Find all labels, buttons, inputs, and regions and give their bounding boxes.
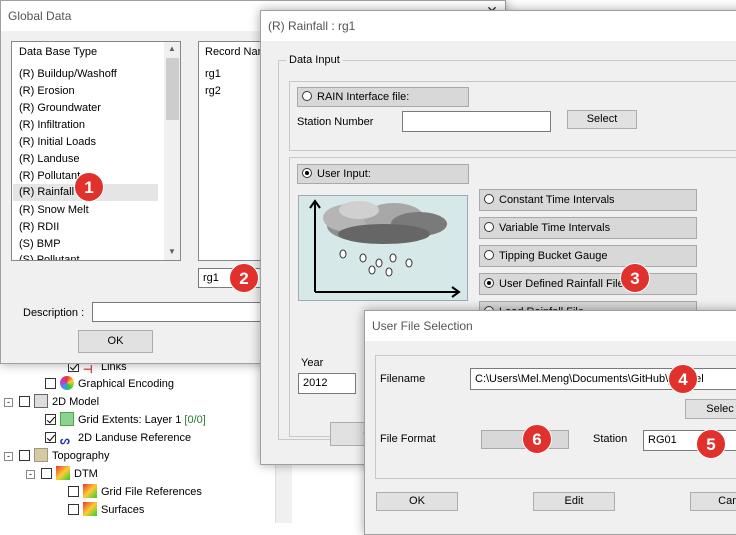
user-file-titlebar: User File Selection bbox=[365, 311, 736, 341]
tipping-bucket-gauge-radio[interactable]: Tipping Bucket Gauge bbox=[479, 245, 697, 267]
list-item[interactable]: (R) Initial Loads bbox=[19, 134, 96, 151]
scroll-thumb[interactable] bbox=[166, 58, 179, 120]
tree-checkbox[interactable] bbox=[68, 486, 79, 497]
year-label: Year bbox=[301, 357, 324, 369]
step-badge-2: 2 bbox=[229, 263, 259, 293]
station-number-input[interactable] bbox=[402, 111, 551, 132]
cancel-button[interactable]: Canc bbox=[690, 492, 736, 511]
list-item[interactable]: (R) Infiltration bbox=[19, 117, 85, 134]
rainfall-graphic bbox=[298, 195, 468, 301]
model-icon bbox=[34, 394, 48, 408]
list-item[interactable]: (R) Groundwater bbox=[19, 100, 101, 117]
step-badge-5: 5 bbox=[696, 429, 726, 459]
list-item[interactable]: (R) Landuse bbox=[19, 151, 80, 168]
record-item[interactable]: rg2 bbox=[205, 85, 221, 97]
user-file-selection-window: User File Selection Filename C:\Users\Me… bbox=[364, 310, 736, 535]
tree-item-grid-extents[interactable]: Grid Extents: Layer 1 [0/0] bbox=[45, 411, 206, 429]
ok-button[interactable]: OK bbox=[376, 492, 458, 511]
ok-button[interactable]: OK bbox=[78, 330, 153, 353]
surfaces-icon bbox=[83, 502, 97, 516]
tree-item-2d-landuse[interactable]: ᔕ 2D Landuse Reference bbox=[45, 429, 191, 447]
edit-button[interactable]: Edit bbox=[533, 492, 615, 511]
radio-icon bbox=[484, 250, 494, 260]
user-defined-rainfall-file-radio[interactable]: User Defined Rainfall File bbox=[479, 273, 697, 295]
radio-icon bbox=[484, 194, 494, 204]
list-item-rainfall-selected[interactable]: (R) Rainfall bbox=[19, 184, 74, 201]
collapse-icon[interactable]: - bbox=[26, 470, 35, 479]
radio-icon bbox=[484, 222, 494, 232]
tree-item-dtm[interactable]: - DTM bbox=[26, 465, 98, 483]
list-item[interactable]: (S) Pollutant bbox=[19, 252, 80, 260]
step-badge-6: 6 bbox=[522, 424, 552, 454]
landuse-icon: ᔕ bbox=[60, 435, 70, 447]
color-wheel-icon bbox=[60, 376, 74, 390]
list-item[interactable]: (S) BMP bbox=[19, 236, 61, 253]
data-input-label: Data Input bbox=[286, 54, 343, 66]
record-item[interactable]: rg1 bbox=[205, 68, 221, 80]
constant-time-intervals-radio[interactable]: Constant Time Intervals bbox=[479, 189, 697, 211]
tree-checkbox[interactable] bbox=[45, 378, 56, 389]
description-label: Description : bbox=[23, 307, 85, 319]
tree-checkbox[interactable] bbox=[45, 432, 56, 443]
list-item[interactable]: (R) Erosion bbox=[19, 83, 75, 100]
step-badge-4: 4 bbox=[668, 364, 698, 394]
tree-item-surfaces[interactable]: Surfaces bbox=[68, 501, 144, 519]
list-item[interactable]: (R) Snow Melt bbox=[19, 202, 89, 219]
list-item[interactable]: (R) Pollutant bbox=[19, 168, 80, 185]
radio-icon bbox=[302, 91, 312, 101]
select-button[interactable]: Select bbox=[567, 110, 637, 129]
list-scrollbar[interactable]: ▲ ▼ bbox=[164, 42, 180, 260]
list-header: Data Base Type bbox=[19, 46, 98, 58]
dtm-icon bbox=[56, 466, 70, 480]
tree-item-grid-file-references[interactable]: Grid File References bbox=[68, 483, 202, 501]
scroll-down-icon[interactable]: ▼ bbox=[168, 247, 176, 256]
window-title: Global Data bbox=[8, 9, 72, 23]
window-title: (R) Rainfall : rg1 bbox=[268, 19, 356, 33]
tree-checkbox[interactable] bbox=[68, 504, 79, 515]
tree-item-graphical-encoding[interactable]: Graphical Encoding bbox=[45, 375, 174, 393]
database-type-list[interactable]: Data Base Type ▲ ▼ (R) Buildup/Washoff (… bbox=[11, 41, 181, 261]
filename-label: Filename bbox=[380, 373, 426, 385]
tree-item-topography[interactable]: - Topography bbox=[4, 447, 110, 465]
tree-item-2d-model[interactable]: -2D Model bbox=[4, 393, 99, 411]
description-input[interactable] bbox=[92, 302, 272, 322]
year-input[interactable]: 2012 bbox=[298, 373, 356, 394]
rain-interface-radio[interactable]: RAIN Interface file: bbox=[297, 87, 469, 107]
list-item[interactable]: (R) RDII bbox=[19, 219, 59, 236]
station-label: Station bbox=[593, 433, 628, 445]
record-header: Record Nam bbox=[205, 46, 267, 58]
step-badge-3: 3 bbox=[620, 263, 650, 293]
file-format-label: File Format bbox=[380, 433, 436, 445]
rain-cloud-chart-icon bbox=[309, 199, 461, 298]
radio-icon bbox=[302, 168, 312, 178]
tree-checkbox[interactable] bbox=[19, 450, 30, 461]
rainfall-titlebar: (R) Rainfall : rg1 bbox=[261, 11, 736, 41]
topography-icon bbox=[34, 448, 48, 462]
station-number-label: Station Number bbox=[297, 116, 374, 128]
variable-time-intervals-radio[interactable]: Variable Time Intervals bbox=[479, 217, 697, 239]
select-button[interactable]: Selec bbox=[685, 399, 736, 419]
user-input-radio[interactable]: User Input: bbox=[297, 164, 469, 184]
window-title: User File Selection bbox=[372, 319, 473, 333]
collapse-icon[interactable]: - bbox=[4, 398, 13, 407]
tree-checkbox[interactable] bbox=[45, 414, 56, 425]
collapse-icon[interactable]: - bbox=[4, 452, 13, 461]
grid-file-icon bbox=[83, 484, 97, 498]
radio-icon bbox=[484, 278, 494, 288]
grid-icon bbox=[60, 412, 74, 426]
scroll-up-icon[interactable]: ▲ bbox=[168, 44, 176, 53]
step-badge-1: 1 bbox=[74, 172, 104, 202]
list-item[interactable]: (R) Buildup/Washoff bbox=[19, 66, 117, 83]
tree-checkbox[interactable] bbox=[41, 468, 52, 479]
tree-checkbox[interactable] bbox=[19, 396, 30, 407]
